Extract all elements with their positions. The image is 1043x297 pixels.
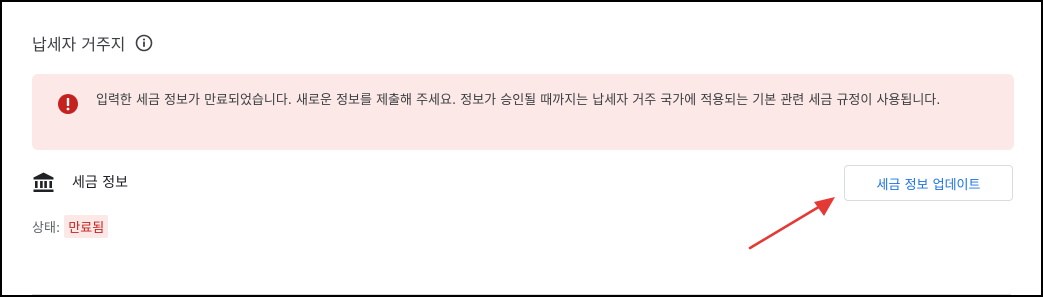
status-row: 상태: 만료됨	[32, 214, 109, 238]
tax-info-row: 세금 정보	[32, 170, 128, 194]
update-tax-info-button[interactable]: 세금 정보 업데이트	[844, 165, 1013, 201]
status-label: 상태:	[32, 220, 61, 236]
annotation-arrow	[748, 197, 835, 250]
expired-alert: 입력한 세금 정보가 만료되었습니다. 새로운 정보를 제출해 주세요. 정보가…	[32, 74, 1014, 150]
divider	[32, 294, 1011, 295]
error-icon	[57, 93, 79, 115]
bank-icon	[32, 171, 55, 194]
status-badge: 만료됨	[64, 214, 109, 238]
section-title: 납세자 거주지	[32, 35, 126, 54]
section-header: 납세자 거주지	[32, 32, 153, 54]
tax-info-label: 세금 정보	[72, 175, 128, 191]
alert-message: 입력한 세금 정보가 만료되었습니다. 새로운 정보를 제출해 주세요. 정보가…	[96, 93, 941, 108]
tax-residency-card: 납세자 거주지 입력한 세금 정보가 만료되었습니다. 새로운 정보를 제출해 …	[2, 2, 1041, 295]
info-icon[interactable]	[135, 34, 153, 52]
window-frame: 납세자 거주지 입력한 세금 정보가 만료되었습니다. 새로운 정보를 제출해 …	[0, 0, 1043, 297]
